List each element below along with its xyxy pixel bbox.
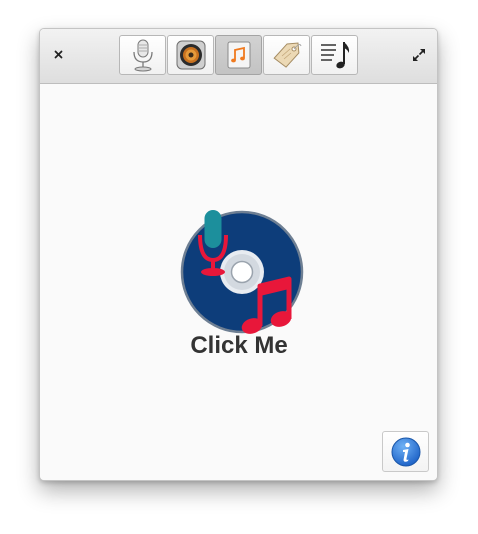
playlist-icon	[320, 42, 349, 69]
content-area: Click Me	[40, 84, 437, 480]
toolbar-playlist-button[interactable]	[311, 35, 358, 75]
fullscreen-icon	[413, 49, 425, 61]
toolbar-speaker-button[interactable]	[167, 35, 214, 75]
close-button[interactable]	[50, 46, 68, 64]
click-me-button[interactable]: Click Me	[168, 202, 310, 362]
toolbar	[119, 35, 359, 77]
close-icon	[54, 50, 63, 59]
disc-microphone-music-icon	[180, 210, 304, 334]
toolbar-music-button[interactable]	[215, 35, 262, 75]
click-me-label: Click Me	[190, 332, 288, 359]
info-icon	[391, 437, 420, 466]
speaker-icon	[176, 40, 205, 70]
microphone-icon	[132, 39, 153, 72]
fullscreen-button[interactable]	[409, 45, 429, 65]
tag-icon	[272, 42, 301, 68]
music-note-icon	[227, 41, 250, 69]
toolbar-microphone-button[interactable]	[119, 35, 166, 75]
info-button[interactable]	[382, 431, 429, 472]
titlebar	[40, 29, 437, 84]
toolbar-tag-button[interactable]	[263, 35, 310, 75]
app-window: Click Me	[39, 28, 438, 481]
